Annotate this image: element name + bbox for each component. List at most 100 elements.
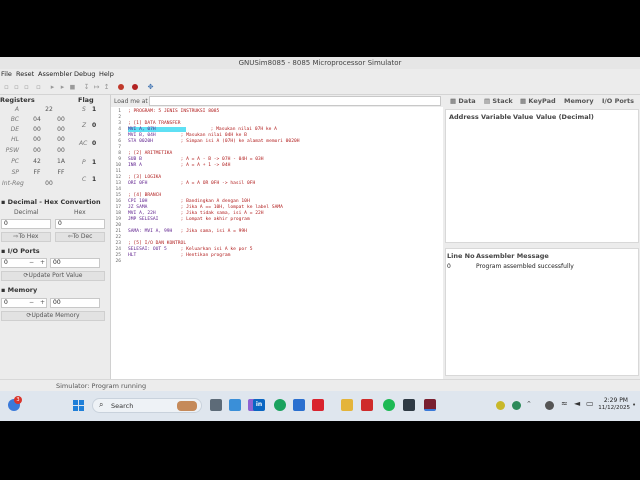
spotify-icon[interactable] (383, 399, 395, 411)
register-l-value: 00 (57, 136, 65, 143)
message-line-no: 0 (447, 263, 451, 270)
clock-time[interactable]: 2:29 PM (600, 397, 628, 404)
app-tray-icon[interactable] (545, 401, 554, 410)
hex-label: Hex (74, 209, 86, 216)
settings-icon[interactable]: ✥ (146, 83, 155, 92)
line-number: 4 (118, 127, 121, 132)
register-hl-label: HL (11, 136, 19, 143)
line-number: 25 (115, 253, 121, 258)
code-line[interactable]: ; [2] ARITMETIKA (128, 151, 172, 156)
code-line[interactable]: ; [3] LOGIKA (128, 175, 161, 180)
linkedin-icon[interactable]: in (253, 399, 265, 411)
column-value[interactable]: Value (513, 113, 533, 121)
code-line[interactable]: SUB B ; A = A - B -> 07H - 04H = 03H (128, 157, 264, 162)
column-assembler-message[interactable]: Assembler Message (476, 252, 549, 260)
stop-icon[interactable]: ◼ (68, 83, 77, 92)
tab-memory[interactable]: Memory (564, 97, 594, 107)
app-icon[interactable] (403, 399, 415, 411)
menu-assembler[interactable]: Assembler (38, 70, 72, 78)
memory-decrement-button[interactable]: − (29, 299, 34, 306)
memory-increment-button[interactable]: + (40, 299, 45, 306)
task-view-icon[interactable] (210, 399, 222, 411)
register-e-value: 00 (57, 126, 65, 133)
open-file-icon[interactable]: ▫ (12, 83, 21, 92)
tab-stack[interactable]: ▤ Stack (484, 97, 513, 107)
code-line[interactable]: ; [1] DATA TRANSFER (128, 121, 181, 126)
code-line[interactable]: ; [4] BRANCH (128, 193, 161, 198)
decimal-input[interactable]: 0 (1, 219, 51, 229)
shield-icon[interactable] (512, 401, 521, 410)
wps-icon[interactable] (361, 399, 373, 411)
load-bar: Load me at (111, 95, 444, 107)
load-address-input[interactable] (149, 96, 441, 106)
outlook-icon[interactable] (293, 399, 305, 411)
search-box[interactable]: ⌕ Search (92, 398, 202, 413)
update-port-button[interactable]: ⟳Update Port Value (1, 271, 105, 281)
code-line[interactable]: HLT ; Hentikan program (128, 253, 230, 258)
code-comment: ; [1] DATA TRANSFER (128, 121, 181, 126)
chevron-up-icon[interactable]: ⌃ (526, 400, 532, 408)
clock-date[interactable]: 11/12/2025 (596, 405, 630, 411)
explorer-icon[interactable] (229, 399, 241, 411)
code-line[interactable]: SELESAI: OUT 5 ; Keluarkan isi A ke por … (128, 247, 252, 252)
breakpoint-icon[interactable] (116, 83, 125, 92)
code-line[interactable]: SAMA: MVI A, 99H ; Jika sama, isi A = 99… (128, 229, 247, 234)
step-out-icon[interactable]: ↥ (102, 83, 111, 92)
menu-debug[interactable]: Debug (74, 70, 95, 78)
code-line[interactable]: MVI A, 07H ; Masukan nilai 07H ke A (128, 127, 277, 132)
notification-bell-icon[interactable]: • (632, 401, 636, 409)
start-icon[interactable] (73, 400, 85, 412)
code-line[interactable]: STA 0020H ; Simpan isi A (07H) ke alamat… (128, 139, 300, 144)
column-line-no[interactable]: Line No (447, 252, 475, 260)
to-hex-button[interactable]: ⇨To Hex (1, 232, 51, 242)
code-line[interactable]: ; PROGRAM: 5 JENIS INSTRUKSI 8085 (128, 109, 219, 114)
left-panel: Registers Flag A 22 BC 04 00 DE 00 00 HL… (0, 95, 106, 379)
code-line[interactable]: CPI 10H ; Bandingkan A dengan 10H (128, 199, 250, 204)
volume-icon[interactable]: ◄ (574, 399, 580, 408)
weather-icon[interactable] (496, 401, 505, 410)
decimal-label: Decimal (14, 209, 39, 216)
folder-icon[interactable] (341, 399, 353, 411)
code-editor[interactable]: Load me at ; PROGRAM: 5 JENIS INSTRUKSI … (110, 95, 444, 379)
mcafee-icon[interactable] (312, 399, 324, 411)
record-icon[interactable] (130, 83, 139, 92)
new-file-icon[interactable]: ▫ (2, 83, 11, 92)
execute-icon[interactable]: ▸ (58, 83, 67, 92)
tab-data[interactable]: ▦ Data (450, 97, 476, 107)
wifi-icon[interactable]: ≈ (561, 399, 568, 408)
code-line[interactable]: MVI A, 22H ; Jika tidak sama, isi A = 22… (128, 211, 264, 216)
tab-keypad[interactable]: ▦ KeyPad (520, 97, 556, 107)
assemble-icon[interactable]: ▸ (48, 83, 57, 92)
save-file-icon[interactable]: ▫ (22, 83, 31, 92)
register-h-value: 00 (33, 136, 41, 143)
battery-icon[interactable]: ▭ (586, 399, 594, 408)
step-over-icon[interactable]: ↦ (92, 83, 101, 92)
data-table: Address Variable Value Value (Decimal) (445, 109, 639, 243)
menu-help[interactable]: Help (99, 70, 114, 78)
edge-icon[interactable] (274, 399, 286, 411)
port-value-input[interactable]: 00 (50, 258, 100, 268)
toolbar: ▫ ▫ ▫ ▫ ▸ ▸ ◼ ↧ ↦ ↥ ✥ (0, 80, 640, 95)
update-memory-button[interactable]: ⟳Update Memory (1, 311, 105, 321)
memory-value-input[interactable]: 00 (50, 298, 100, 308)
code-line[interactable]: MVI B, 04H ; Masukan nilai 04H ke B (128, 133, 247, 138)
column-variable[interactable]: Variable (481, 113, 511, 121)
gnusim-taskbar-icon[interactable] (424, 399, 436, 411)
code-line[interactable]: JMP SELESAI ; Lompat ke akhir program (128, 217, 250, 222)
hex-input[interactable]: 0 (55, 219, 105, 229)
port-increment-button[interactable]: + (40, 259, 45, 266)
line-number: 18 (115, 211, 121, 216)
port-decrement-button[interactable]: − (29, 259, 34, 266)
code-line[interactable]: JZ SAMA ; Jika A == 10H, lompat ke label… (128, 205, 283, 210)
column-value-decimal[interactable]: Value (Decimal) (536, 113, 594, 121)
save-as-icon[interactable]: ▫ (34, 83, 43, 92)
menu-reset[interactable]: Reset (16, 70, 34, 78)
to-dec-button[interactable]: ⇦To Dec (55, 232, 105, 242)
code-line[interactable]: INR A ; A = A + 1 -> 04H (128, 163, 230, 168)
tab-io-ports[interactable]: I/O Ports (602, 97, 634, 107)
step-in-icon[interactable]: ↧ (82, 83, 91, 92)
menu-file[interactable]: File (1, 70, 12, 78)
code-line[interactable]: ORI 0FH ; A = A OR 0FH -> hasil 0FH (128, 181, 255, 186)
column-address[interactable]: Address (449, 113, 479, 121)
code-line[interactable]: ; [5] I/O DAN KONTROL (128, 241, 186, 246)
